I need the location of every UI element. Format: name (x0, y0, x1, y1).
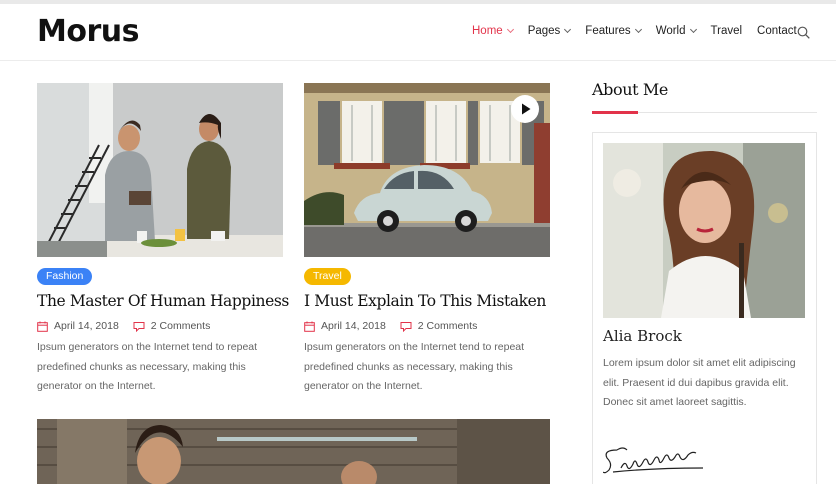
calendar-icon (37, 321, 48, 332)
nav-item-travel[interactable]: Travel (711, 25, 743, 37)
category-badge[interactable]: Fashion (37, 268, 93, 285)
play-icon (522, 103, 531, 115)
post-comments[interactable]: 2 Comments (418, 320, 478, 332)
author-signature (603, 447, 704, 474)
title-underline (592, 111, 638, 114)
nav-label: Home (472, 25, 503, 37)
post-title[interactable]: I Must Explain To This Mistaken (304, 292, 546, 310)
play-button[interactable] (511, 95, 539, 123)
post-image-couple[interactable] (37, 83, 283, 257)
author-photo (603, 143, 805, 318)
post-date[interactable]: April 14, 2018 (54, 320, 119, 332)
nav-item-features[interactable]: Features (585, 25, 642, 37)
chevron-down-icon (634, 25, 642, 34)
post-image-friends[interactable] (37, 419, 550, 484)
chevron-down-icon (564, 25, 572, 34)
nav-label: Features (585, 25, 631, 37)
post-excerpt: Ipsum generators on the Internet tend to… (304, 341, 525, 392)
nav-label: Travel (710, 25, 743, 37)
comment-icon (133, 321, 145, 332)
nav-label: Contact (757, 25, 797, 37)
post-date[interactable]: April 14, 2018 (321, 320, 386, 332)
site-logo[interactable]: Morus (37, 14, 139, 49)
main-nav: Home Pages Features World Travel Contact (472, 25, 812, 37)
post-meta: April 14, 2018 2 Comments (37, 320, 210, 332)
nav-label: World (655, 25, 686, 37)
author-bio: Lorem ipsum dolor sit amet elit adipisci… (603, 357, 796, 408)
site-header: Morus Home Pages Features World Travel C… (0, 4, 836, 61)
post-comments[interactable]: 2 Comments (151, 320, 211, 332)
calendar-icon (304, 321, 315, 332)
search-icon[interactable] (797, 26, 810, 39)
post-meta: April 14, 2018 2 Comments (304, 320, 477, 332)
chevron-down-icon (506, 25, 514, 34)
nav-item-home[interactable]: Home (472, 25, 514, 37)
post-excerpt: Ipsum generators on the Internet tend to… (37, 341, 258, 392)
comment-icon (400, 321, 412, 332)
nav-label: Pages (527, 25, 561, 37)
post-title[interactable]: The Master Of Human Happiness (37, 292, 289, 310)
nav-item-world[interactable]: World (655, 25, 697, 37)
about-widget-title: About Me (592, 80, 668, 99)
category-badge[interactable]: Travel (304, 268, 351, 285)
nav-item-contact[interactable]: Contact (757, 25, 797, 37)
nav-item-pages[interactable]: Pages (527, 25, 572, 37)
chevron-down-icon (689, 25, 697, 34)
author-name: Alia Brock (603, 327, 682, 345)
